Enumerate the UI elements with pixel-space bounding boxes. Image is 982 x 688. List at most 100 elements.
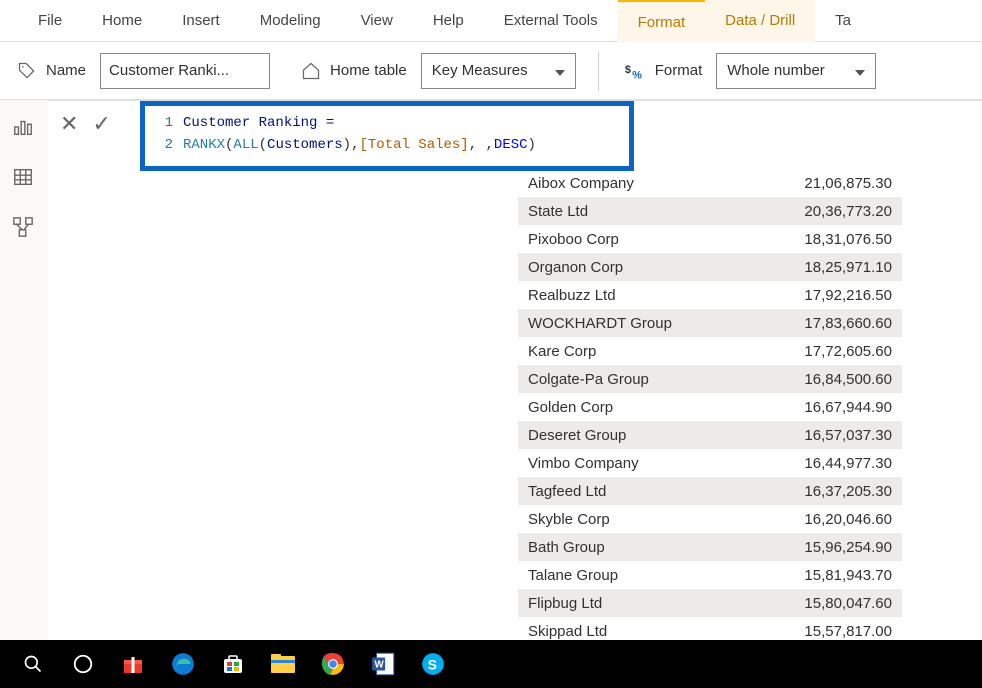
edge-icon[interactable] xyxy=(158,640,208,688)
table-row[interactable]: Vimbo Company16,44,977.30 xyxy=(518,449,902,477)
format-select[interactable]: Whole number xyxy=(716,53,876,89)
tab-external-tools[interactable]: External Tools xyxy=(484,0,618,42)
customer-name-cell: Skyble Corp xyxy=(518,511,708,528)
divider xyxy=(598,51,599,91)
customer-name-cell: Talane Group xyxy=(518,567,708,584)
format-value: Whole number xyxy=(727,62,825,79)
token-paren: ( xyxy=(259,134,267,156)
tag-icon xyxy=(16,60,38,82)
token-func: ALL xyxy=(233,134,258,156)
windows-taskbar: W S xyxy=(0,640,982,688)
table-row[interactable]: WOCKHARDT Group17,83,660.60 xyxy=(518,309,902,337)
work-canvas: ✕ ✓ 1 Customer Ranking = 2 RANKX( ALL( C… xyxy=(48,100,982,640)
table-row[interactable]: Deseret Group16,57,037.30 xyxy=(518,421,902,449)
format-icon: $ % xyxy=(621,58,647,84)
tab-insert[interactable]: Insert xyxy=(162,0,240,42)
model-view-icon[interactable] xyxy=(12,216,36,240)
commit-icon[interactable]: ✓ xyxy=(92,111,110,137)
formula-text: Customer Ranking = xyxy=(183,112,334,134)
customer-table-visual[interactable]: Aibox Company21,06,875.30State Ltd20,36,… xyxy=(518,169,902,640)
table-row[interactable]: Organon Corp18,25,971.10 xyxy=(518,253,902,281)
home-icon xyxy=(300,60,322,82)
value-cell: 16,44,977.30 xyxy=(708,455,902,472)
tab-data-drill[interactable]: Data / Drill xyxy=(705,0,815,42)
tab-modeling[interactable]: Modeling xyxy=(240,0,341,42)
customer-name-cell: WOCKHARDT Group xyxy=(518,315,708,332)
gift-icon[interactable] xyxy=(108,640,158,688)
customer-name-cell: Colgate-Pa Group xyxy=(518,371,708,388)
token-table: Customers xyxy=(267,134,343,156)
table-row[interactable]: Skyble Corp16,20,046.60 xyxy=(518,505,902,533)
table-row[interactable]: State Ltd20,36,773.20 xyxy=(518,197,902,225)
customer-name-cell: Kare Corp xyxy=(518,343,708,360)
table-row[interactable]: Tagfeed Ltd16,37,205.30 xyxy=(518,477,902,505)
value-cell: 15,96,254.90 xyxy=(708,539,902,556)
tab-help[interactable]: Help xyxy=(413,0,484,42)
table-row[interactable]: Flipbug Ltd15,80,047.60 xyxy=(518,589,902,617)
tab-view[interactable]: View xyxy=(341,0,413,42)
customer-name-cell: Organon Corp xyxy=(518,259,708,276)
line-number: 1 xyxy=(155,112,173,134)
left-nav-rail xyxy=(0,100,48,640)
table-row[interactable]: Colgate-Pa Group16,84,500.60 xyxy=(518,365,902,393)
table-row[interactable]: Skippad Ltd15,57,817.00 xyxy=(518,617,902,640)
value-cell: 15,57,817.00 xyxy=(708,623,902,640)
tab-home[interactable]: Home xyxy=(82,0,162,42)
customer-name-cell: Tagfeed Ltd xyxy=(518,483,708,500)
customer-name-cell: Pixoboo Corp xyxy=(518,231,708,248)
tab-format[interactable]: Format xyxy=(618,0,706,42)
table-row[interactable]: Pixoboo Corp18,31,076.50 xyxy=(518,225,902,253)
table-row[interactable]: Talane Group15,81,943.70 xyxy=(518,561,902,589)
svg-text:%: % xyxy=(632,69,642,81)
word-icon[interactable]: W xyxy=(358,640,408,688)
token-func: RANKX xyxy=(183,134,225,156)
svg-text:S: S xyxy=(428,656,437,672)
customer-name-cell: Deseret Group xyxy=(518,427,708,444)
value-cell: 16,67,944.90 xyxy=(708,399,902,416)
value-cell: 15,80,047.60 xyxy=(708,595,902,612)
table-row[interactable]: Golden Corp16,67,944.90 xyxy=(518,393,902,421)
properties-bar: Name Customer Ranki... Home table Key Me… xyxy=(0,42,982,100)
token-paren: ) xyxy=(343,134,351,156)
chrome-icon[interactable] xyxy=(308,640,358,688)
table-row[interactable]: Kare Corp17,72,605.60 xyxy=(518,337,902,365)
ribbon-tabs: File Home Insert Modeling View Help Exte… xyxy=(0,0,982,42)
home-table-select[interactable]: Key Measures xyxy=(421,53,576,89)
value-cell: 17,72,605.60 xyxy=(708,343,902,360)
line-number: 2 xyxy=(155,134,173,156)
token-comma: , xyxy=(351,134,359,156)
value-cell: 16,20,046.60 xyxy=(708,511,902,528)
value-cell: 20,36,773.20 xyxy=(708,203,902,220)
value-cell: 16,37,205.30 xyxy=(708,483,902,500)
cortana-icon[interactable] xyxy=(58,640,108,688)
value-cell: 17,92,216.50 xyxy=(708,287,902,304)
token-paren: ) xyxy=(528,134,536,156)
customer-name-cell: Aibox Company xyxy=(518,175,708,192)
value-cell: 16,57,037.30 xyxy=(708,427,902,444)
main-area: ✕ ✓ 1 Customer Ranking = 2 RANKX( ALL( C… xyxy=(0,100,982,640)
tab-overflow[interactable]: Ta xyxy=(815,0,871,42)
token-comma: , , xyxy=(469,134,494,156)
table-row[interactable]: Bath Group15,96,254.90 xyxy=(518,533,902,561)
value-cell: 17,83,660.60 xyxy=(708,315,902,332)
customer-name-cell: Golden Corp xyxy=(518,399,708,416)
customer-name-cell: Skippad Ltd xyxy=(518,623,708,640)
tab-file[interactable]: File xyxy=(18,0,82,42)
customer-name-cell: Realbuzz Ltd xyxy=(518,287,708,304)
search-icon[interactable] xyxy=(8,640,58,688)
home-table-label: Home table xyxy=(330,62,407,79)
value-cell: 18,25,971.10 xyxy=(708,259,902,276)
skype-icon[interactable]: S xyxy=(408,640,458,688)
data-view-icon[interactable] xyxy=(12,166,36,190)
customer-name-cell: State Ltd xyxy=(518,203,708,220)
cancel-icon[interactable]: ✕ xyxy=(60,111,78,137)
table-row[interactable]: Aibox Company21,06,875.30 xyxy=(518,169,902,197)
formula-editor[interactable]: 1 Customer Ranking = 2 RANKX( ALL( Custo… xyxy=(140,101,634,171)
explorer-icon[interactable] xyxy=(258,640,308,688)
report-view-icon[interactable] xyxy=(12,116,36,140)
home-table-value: Key Measures xyxy=(432,62,528,79)
measure-name-input[interactable]: Customer Ranki... xyxy=(100,53,270,89)
table-row[interactable]: Realbuzz Ltd17,92,216.50 xyxy=(518,281,902,309)
store-icon[interactable] xyxy=(208,640,258,688)
value-cell: 21,06,875.30 xyxy=(708,175,902,192)
